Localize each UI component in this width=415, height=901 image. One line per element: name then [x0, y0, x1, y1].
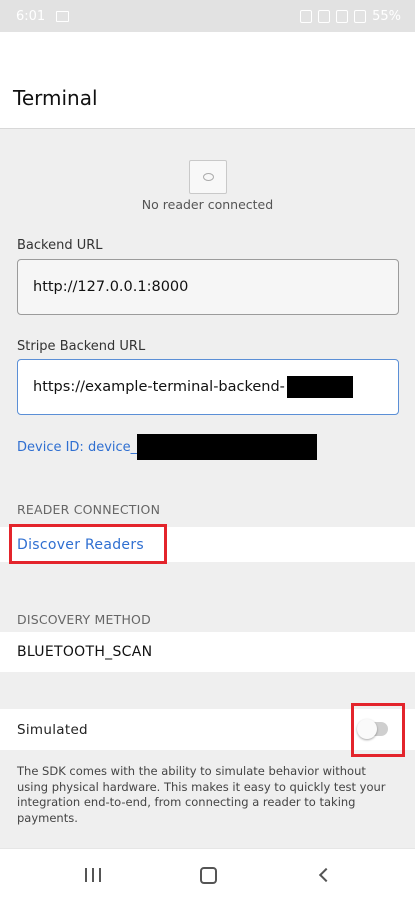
card-reader-icon [189, 160, 227, 194]
reader-status-text: No reader connected [141, 197, 274, 212]
stripe-backend-url-value: https://example-terminal-backend- [33, 379, 285, 395]
status-bar: 6:01 55% [0, 0, 415, 32]
app-bar: Terminal [0, 32, 415, 129]
simulated-toggle-highlight [351, 703, 405, 757]
alarm-icon [300, 10, 313, 23]
device-id: Device ID: device_ [17, 434, 318, 460]
discover-readers-highlight [9, 524, 167, 564]
back-icon[interactable] [304, 863, 344, 887]
stripe-backend-url-label: Stripe Backend URL [17, 339, 146, 354]
backend-url-field[interactable]: http://127.0.0.1:8000 [17, 259, 399, 315]
wifi-icon [336, 10, 349, 23]
status-time: 6:01 [16, 9, 46, 24]
simulated-label: Simulated [17, 721, 88, 738]
backend-url-value: http://127.0.0.1:8000 [33, 279, 189, 295]
mute-icon [318, 10, 331, 23]
signal-icon [354, 10, 367, 23]
stripe-backend-url-field[interactable]: https://example-terminal-backend- [17, 359, 399, 415]
backend-url-label: Backend URL [17, 238, 103, 253]
reader-connection-header: READER CONNECTION [17, 502, 161, 517]
discovery-method-header: DISCOVERY METHOD [17, 612, 151, 627]
navigation-bar [0, 848, 415, 901]
recent-apps-icon[interactable] [73, 863, 113, 887]
status-icons: 55% [300, 9, 401, 24]
gallery-notification-icon [56, 11, 69, 22]
discovery-method-row[interactable]: BLUETOOTH_SCAN [0, 632, 415, 672]
redacted-block [286, 376, 353, 398]
battery-percent: 55% [372, 9, 401, 24]
device-id-text: Device ID: device_ [17, 439, 138, 455]
discovery-method-value: BLUETOOTH_SCAN [17, 644, 153, 660]
page-title: Terminal [13, 86, 98, 110]
home-icon[interactable] [188, 863, 228, 887]
simulated-description: The SDK comes with the ability to simula… [17, 764, 386, 825]
redacted-block [137, 434, 318, 460]
